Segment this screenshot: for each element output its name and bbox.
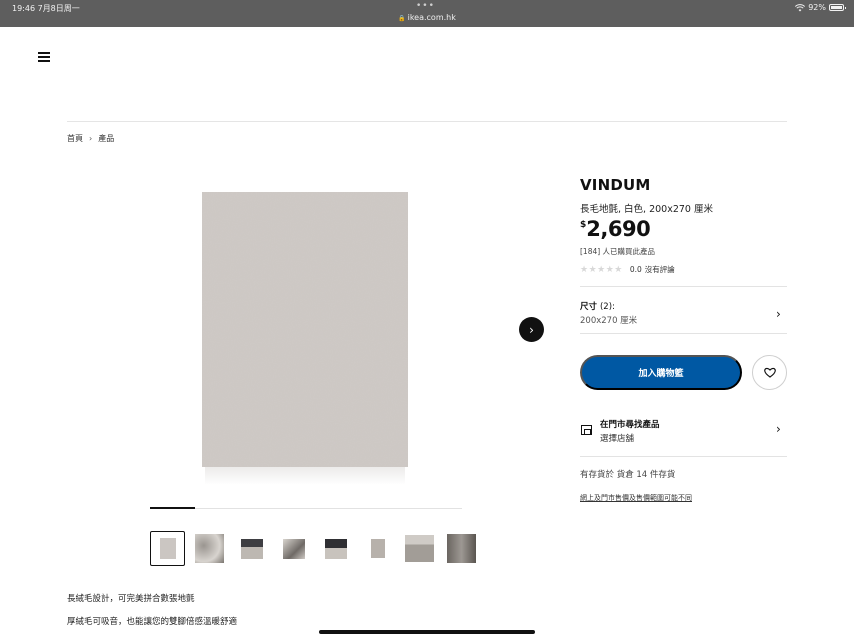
product-price: $ 2,690 [580, 217, 651, 241]
battery-percent: 92% [808, 3, 826, 12]
size-label-text: 尺寸 [580, 302, 598, 312]
product-detail-line: 長絨毛設計，可完美拼合數張地氈 [67, 594, 195, 604]
chevron-right-icon: › [776, 307, 781, 321]
store-finder-subtitle: 選擇店舖 [600, 434, 635, 444]
chevron-right-icon: › [776, 422, 781, 436]
store-icon [581, 425, 592, 435]
hamburger-menu-icon[interactable] [38, 52, 50, 62]
breadcrumb: 首頁 › 產品 [67, 133, 114, 144]
thumbnail-3[interactable] [234, 531, 269, 566]
thumbnail-strip [150, 531, 479, 566]
thumbnail-5[interactable] [318, 531, 353, 566]
gallery-progress-indicator [150, 507, 195, 509]
image-floor-shadow [205, 467, 405, 485]
thumbnail-image [159, 538, 176, 559]
thumbnail-4[interactable] [276, 531, 311, 566]
header-divider [67, 121, 787, 122]
status-indicators: 92% [795, 3, 846, 12]
size-label: 尺寸 (2): [580, 300, 615, 312]
gallery-progress-track [150, 508, 462, 509]
thumbnail-6[interactable] [360, 531, 395, 566]
product-name: VINDUM [580, 176, 651, 194]
lock-icon: 🔒 [398, 15, 406, 22]
heart-icon [763, 367, 776, 378]
stock-status: 有存貨於 貨倉 14 件存貨 [580, 470, 676, 480]
chevron-right-icon: › [529, 322, 534, 337]
product-main-image[interactable] [202, 192, 408, 467]
next-image-button[interactable]: › [519, 317, 544, 342]
store-finder-title: 在門市尋找產品 [600, 420, 660, 430]
divider [580, 456, 787, 457]
divider [580, 333, 787, 334]
thumbnail-image [195, 534, 224, 563]
breadcrumb-home-link[interactable]: 首頁 [67, 133, 83, 144]
breadcrumb-products-link[interactable]: 產品 [98, 133, 114, 144]
purchase-count: [184] 人已購買此產品 [580, 247, 656, 256]
battery-icon [829, 4, 846, 11]
thumbnail-7[interactable] [402, 531, 437, 566]
thumbnail-image [405, 535, 434, 562]
thumbnail-image [282, 538, 305, 559]
add-to-cart-button[interactable]: 加入購物籃 [580, 355, 742, 390]
status-bar: 19:46 7月8日周一 ••• 🔒 ikea.com.hk 92% [0, 0, 854, 27]
multitask-dots-icon[interactable]: ••• [416, 1, 435, 11]
thumbnail-image [370, 539, 385, 558]
price-amount: 2,690 [586, 217, 651, 241]
url-text: ikea.com.hk [407, 13, 456, 22]
size-value: 200x270 厘米 [580, 316, 638, 326]
review-count-text: 沒有評論 [644, 265, 675, 274]
wifi-icon [795, 3, 806, 11]
product-detail-line: 厚絨毛可吸音，也能讓您的雙腳倍感溫暖舒適 [67, 617, 238, 627]
divider [580, 286, 787, 287]
rating-value: 0.0 [629, 265, 642, 274]
chevron-right-icon: › [89, 134, 93, 143]
rating-row[interactable]: ★★★★★ 0.0 沒有評論 [580, 264, 675, 275]
thumbnail-image [324, 538, 347, 559]
product-description: 長毛地氈, 白色, 200x270 厘米 [580, 204, 713, 215]
thumbnail-8[interactable] [444, 531, 479, 566]
size-count: (2): [599, 302, 615, 312]
favorite-button[interactable] [752, 355, 787, 390]
thumbnail-image [447, 534, 476, 563]
price-policy-link[interactable]: 網上及門市售價及售價範圍可能不同 [580, 493, 692, 503]
address-bar[interactable]: 🔒 ikea.com.hk [0, 13, 854, 22]
star-rating-icon: ★★★★★ [580, 264, 623, 275]
thumbnail-image [240, 538, 263, 559]
home-indicator[interactable] [319, 630, 535, 634]
thumbnail-1[interactable] [150, 531, 185, 566]
thumbnail-2[interactable] [192, 531, 227, 566]
